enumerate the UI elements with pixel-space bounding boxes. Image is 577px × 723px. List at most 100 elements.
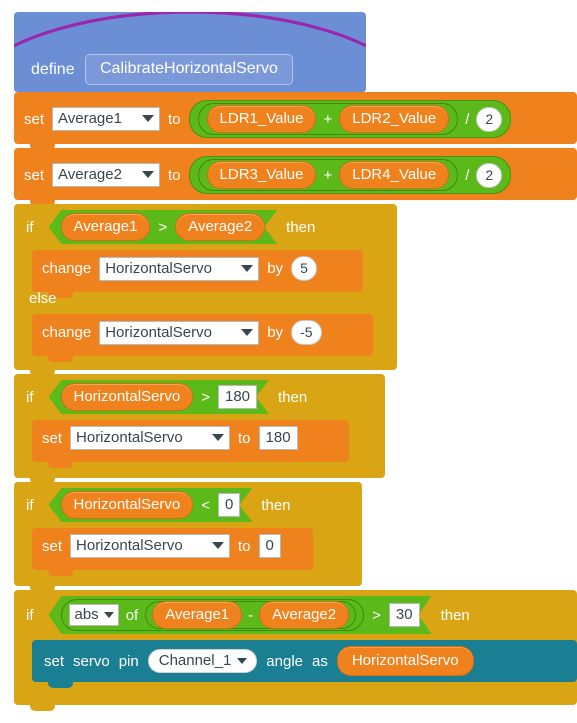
to-label: to xyxy=(238,537,251,555)
add-operator-block-2[interactable]: LDR3_Value + LDR4_Value xyxy=(197,159,459,191)
variable-dropdown-average1-value: Average1 xyxy=(58,110,122,127)
greater-than-symbol: > xyxy=(201,388,210,406)
upper-limit-input[interactable]: 180 xyxy=(218,385,257,409)
divisor-input-1[interactable]: 2 xyxy=(476,106,503,132)
set-horizontalservo-180-block[interactable]: set HorizontalServo to 180 xyxy=(32,420,349,468)
set-average1-block[interactable]: set Average1 to LDR1_Value + LDR2_Value … xyxy=(14,92,577,150)
divide-symbol: / xyxy=(465,166,470,184)
variable-dropdown-average1[interactable]: Average1 xyxy=(52,107,161,131)
procedure-name-field[interactable]: CalibrateHorizontalServo xyxy=(85,54,293,85)
variable-dropdown-horizontalservo-4-value: HorizontalServo xyxy=(76,537,183,554)
then-label: then xyxy=(261,496,291,514)
threshold-input[interactable]: 30 xyxy=(389,603,420,627)
hat-arc-decoration xyxy=(14,12,366,52)
to-label: to xyxy=(238,429,251,447)
define-keyword: define xyxy=(31,61,75,78)
chevron-down-icon xyxy=(241,264,254,272)
divide-operator-block-2[interactable]: LDR3_Value + LDR4_Value / 2 xyxy=(188,156,512,194)
set-value-180[interactable]: 180 xyxy=(258,426,298,450)
chevron-down-icon xyxy=(212,434,225,441)
as-label: as xyxy=(312,652,328,670)
greater-than-condition-averages[interactable]: Average1 > Average2 xyxy=(49,210,278,244)
add-operator-block-1[interactable]: LDR1_Value + LDR2_Value xyxy=(197,103,459,135)
then-label: then xyxy=(278,388,308,406)
then-label: then xyxy=(440,606,470,624)
math-function-dropdown-value: abs xyxy=(74,606,99,623)
chevron-down-icon xyxy=(104,612,114,618)
angle-label: angle xyxy=(266,652,303,670)
variable-reporter-ldr3[interactable]: LDR3_Value xyxy=(206,161,317,189)
variable-reporter-average1-b[interactable]: Average1 xyxy=(152,601,242,629)
set-servo-angle-block[interactable]: set servo pin Channel_1 angle as Horizon… xyxy=(32,640,577,688)
add-symbol: + xyxy=(323,110,333,128)
set-label: set xyxy=(24,110,45,128)
greater-than-symbol: > xyxy=(158,218,168,236)
abs-math-function-block[interactable]: abs of Average1 - Average2 xyxy=(61,599,365,631)
blockly-workspace[interactable]: define CalibrateHorizontalServo set Aver… xyxy=(0,0,577,723)
if-upper-clamp-block[interactable]: if HorizontalServo > 180 then set Horizo… xyxy=(14,374,385,484)
chevron-down-icon xyxy=(237,657,248,664)
change-horizontalservo-plus-block[interactable]: change HorizontalServo by 5 xyxy=(32,250,363,298)
to-label: to xyxy=(168,166,181,184)
servo-channel-dropdown[interactable]: Channel_1 xyxy=(147,649,258,673)
less-than-condition-0[interactable]: HorizontalServo < 0 xyxy=(49,488,253,522)
to-label: to xyxy=(168,110,181,128)
change-label: change xyxy=(42,260,92,277)
subtract-operator-block[interactable]: Average1 - Average2 xyxy=(145,601,356,629)
variable-reporter-ldr2[interactable]: LDR2_Value xyxy=(339,105,450,133)
set-average2-block[interactable]: set Average2 to LDR3_Value + LDR4_Value … xyxy=(14,148,577,206)
if-threshold-block[interactable]: if abs of Average1 - Average2 > 30 then … xyxy=(14,590,577,711)
if-label: if xyxy=(26,496,34,514)
pin-label: pin xyxy=(118,652,139,670)
if-label: if xyxy=(26,388,34,406)
greater-than-condition-30[interactable]: abs of Average1 - Average2 > 30 xyxy=(49,596,432,634)
variable-reporter-average2-b[interactable]: Average2 xyxy=(259,601,349,629)
if-lower-clamp-block[interactable]: if HorizontalServo < 0 then set Horizont… xyxy=(14,482,362,592)
variable-reporter-horizontalservo-2[interactable]: HorizontalServo xyxy=(61,491,194,519)
variable-dropdown-horizontalservo-3[interactable]: HorizontalServo xyxy=(70,426,231,450)
variable-reporter-average1[interactable]: Average1 xyxy=(61,213,151,241)
greater-than-condition-180[interactable]: HorizontalServo > 180 xyxy=(49,380,270,414)
of-label: of xyxy=(125,606,139,624)
variable-reporter-ldr1[interactable]: LDR1_Value xyxy=(206,105,317,133)
math-function-dropdown[interactable]: abs xyxy=(69,604,119,626)
lower-limit-input[interactable]: 0 xyxy=(218,493,240,517)
divisor-input-2[interactable]: 2 xyxy=(476,162,503,188)
if-label: if xyxy=(26,606,34,624)
set-label: set xyxy=(42,537,63,555)
variable-reporter-average2[interactable]: Average2 xyxy=(175,213,265,241)
set-value-0[interactable]: 0 xyxy=(258,534,281,558)
variable-dropdown-average2[interactable]: Average2 xyxy=(52,163,161,187)
servo-label: servo xyxy=(73,652,110,670)
by-label: by xyxy=(267,260,284,277)
variable-reporter-horizontalservo-angle[interactable]: HorizontalServo xyxy=(336,646,474,676)
subtract-symbol: - xyxy=(248,606,254,624)
chevron-down-icon xyxy=(241,328,254,336)
set-horizontalservo-0-block[interactable]: set HorizontalServo to 0 xyxy=(32,528,313,576)
variable-reporter-horizontalservo-1[interactable]: HorizontalServo xyxy=(61,383,194,411)
if-label: if xyxy=(26,218,34,236)
define-hat-block[interactable]: define CalibrateHorizontalServo xyxy=(14,12,366,99)
change-amount-positive[interactable]: 5 xyxy=(291,256,317,281)
variable-dropdown-horizontalservo-1[interactable]: HorizontalServo xyxy=(99,256,260,281)
chevron-down-icon xyxy=(212,542,225,549)
change-horizontalservo-minus-block[interactable]: change HorizontalServo by -5 xyxy=(32,314,373,362)
variable-dropdown-horizontalservo-4[interactable]: HorizontalServo xyxy=(70,534,231,558)
variable-reporter-ldr4[interactable]: LDR4_Value xyxy=(339,161,450,189)
greater-than-symbol: > xyxy=(372,606,381,624)
variable-dropdown-horizontalservo-3-value: HorizontalServo xyxy=(76,429,183,446)
set-label: set xyxy=(44,652,65,670)
variable-dropdown-horizontalservo-1-value: HorizontalServo xyxy=(105,259,212,277)
chevron-down-icon xyxy=(142,171,155,178)
else-label: else xyxy=(29,290,57,307)
variable-dropdown-horizontalservo-2-value: HorizontalServo xyxy=(105,323,212,341)
chevron-down-icon xyxy=(142,115,155,122)
variable-dropdown-horizontalservo-2[interactable]: HorizontalServo xyxy=(99,320,260,345)
variable-dropdown-average2-value: Average2 xyxy=(58,166,122,183)
if-else-compare-averages-block[interactable]: if Average1 > Average2 then change Horiz… xyxy=(14,204,397,376)
divide-operator-block-1[interactable]: LDR1_Value + LDR2_Value / 2 xyxy=(188,100,512,138)
by-label: by xyxy=(267,324,284,341)
divide-symbol: / xyxy=(465,110,470,128)
change-amount-negative[interactable]: -5 xyxy=(291,320,322,345)
less-than-symbol: < xyxy=(201,496,210,514)
